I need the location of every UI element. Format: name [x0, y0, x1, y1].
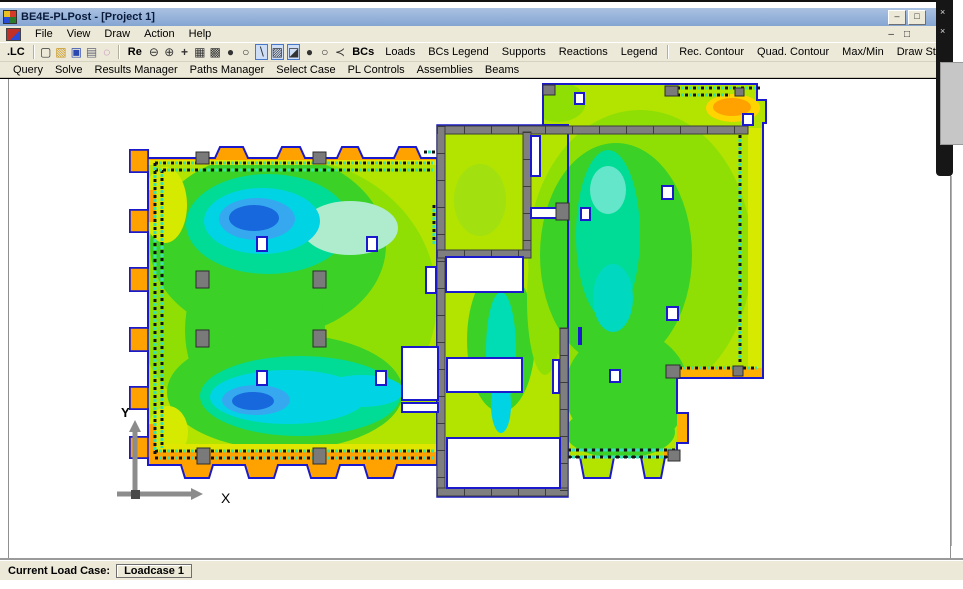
- mdi-minimize-button[interactable]: –: [888, 29, 894, 40]
- toolbar-button-results-manager[interactable]: Results Manager: [90, 63, 183, 77]
- toolbar-button-maxmin[interactable]: Max/Min: [837, 45, 889, 59]
- title-bar: BE4E-PLPost - [Project 1] – □: [0, 8, 936, 26]
- toolbar-button-rec-contour[interactable]: Rec. Contour: [674, 45, 749, 59]
- print-icon[interactable]: ▤: [85, 44, 97, 60]
- grid-icon[interactable]: ▦: [194, 44, 206, 60]
- zoom-in-icon[interactable]: ⊕: [163, 44, 175, 60]
- menu-bar: File View Draw Action Help – □: [0, 26, 936, 42]
- scrollbar-thumb[interactable]: [940, 62, 963, 145]
- x-axis-label: X: [221, 490, 231, 506]
- menu-file[interactable]: File: [35, 28, 53, 40]
- toolbar-button-solve[interactable]: Solve: [50, 63, 88, 77]
- rotate-tool-icon[interactable]: ○: [319, 44, 331, 60]
- toolbar-button-beams[interactable]: Beams: [480, 63, 524, 77]
- restore-button[interactable]: □: [908, 10, 926, 25]
- current-load-case-label: Current Load Case:: [8, 565, 110, 577]
- redraw-button[interactable]: Re: [125, 46, 145, 58]
- ink-pen-icon[interactable]: ●: [224, 44, 236, 60]
- y-axis-label: Y: [121, 405, 130, 420]
- save-icon[interactable]: ▣: [70, 44, 82, 60]
- toolbar-button-reactions[interactable]: Reactions: [554, 45, 613, 59]
- application-window: BE4E-PLPost - [Project 1] – □ File View …: [0, 0, 963, 589]
- mdi-child-icon: [6, 28, 21, 41]
- toolbar-button-paths-manager[interactable]: Paths Manager: [185, 63, 270, 77]
- pan-icon[interactable]: +: [178, 44, 190, 60]
- plot-canvas[interactable]: Y X: [8, 79, 951, 558]
- minimize-button[interactable]: –: [888, 10, 906, 25]
- bcs-button[interactable]: BCs: [349, 46, 377, 58]
- toolbar-button-select-case[interactable]: Select Case: [271, 63, 340, 77]
- dot-tool-icon[interactable]: ●: [303, 44, 315, 60]
- toolbar-button-legend[interactable]: Legend: [616, 45, 663, 59]
- zoom-out-icon[interactable]: ⊖: [148, 44, 160, 60]
- window-right-edge: [951, 176, 952, 546]
- y-axis-arrowhead: [129, 420, 141, 432]
- window-title: BE4E-PLPost - [Project 1]: [21, 11, 155, 23]
- mdi-restore-button[interactable]: □: [904, 29, 910, 40]
- quad-tool-icon[interactable]: ◪: [287, 44, 300, 60]
- select-tool-icon[interactable]: ≺: [334, 44, 346, 60]
- toolbar-separator: [33, 45, 35, 59]
- mdi-close-icon[interactable]: ×: [940, 26, 945, 36]
- canvas-bottom-border: [8, 558, 951, 559]
- new-icon[interactable]: ▢: [40, 44, 52, 60]
- secondary-toolbar: Query Solve Results Manager Paths Manage…: [0, 62, 953, 78]
- toolbar-button-bcs-legend[interactable]: BCs Legend: [423, 45, 494, 59]
- wall-stub: [578, 327, 582, 345]
- menu-help[interactable]: Help: [189, 28, 212, 40]
- main-toolbar: .LC ▢ ▧ ▣ ▤ ◌ Re ⊖ ⊕ + ▦ ▩ ● ○ ∖ ▨ ◪ ● ○…: [0, 42, 953, 62]
- lc-button[interactable]: .LC: [4, 46, 28, 58]
- menu-draw[interactable]: Draw: [104, 28, 130, 40]
- edge-pilasters: [130, 150, 148, 458]
- toolbar-separator: [118, 45, 120, 59]
- toolbar-button-pl-controls[interactable]: PL Controls: [343, 63, 410, 77]
- x-axis-arrowhead: [191, 488, 203, 500]
- top-border: [0, 0, 953, 2]
- close-icon[interactable]: ×: [940, 7, 945, 17]
- menu-action[interactable]: Action: [144, 28, 175, 40]
- toolbar-button-loads[interactable]: Loads: [380, 45, 420, 59]
- load-case-value[interactable]: Loadcase 1: [116, 564, 192, 578]
- open-icon[interactable]: ▧: [55, 44, 67, 60]
- toolbar-separator: [667, 45, 669, 59]
- toolbar-button-supports[interactable]: Supports: [497, 45, 551, 59]
- ink-pen-outline-icon[interactable]: ○: [240, 44, 252, 60]
- path-tool-icon[interactable]: ∖: [255, 44, 268, 60]
- zoom-window-icon[interactable]: ◌: [101, 44, 113, 60]
- mesh-icon[interactable]: ▩: [209, 44, 221, 60]
- toolbar-button-quad-contour[interactable]: Quad. Contour: [752, 45, 834, 59]
- status-bar: Current Load Case: Loadcase 1: [0, 560, 963, 580]
- menu-view[interactable]: View: [67, 28, 91, 40]
- toolbar-button-query[interactable]: Query: [8, 63, 48, 77]
- toolbar-button-assemblies[interactable]: Assemblies: [412, 63, 478, 77]
- contour-tool-icon[interactable]: ▨: [271, 44, 284, 60]
- app-icon: [3, 10, 17, 24]
